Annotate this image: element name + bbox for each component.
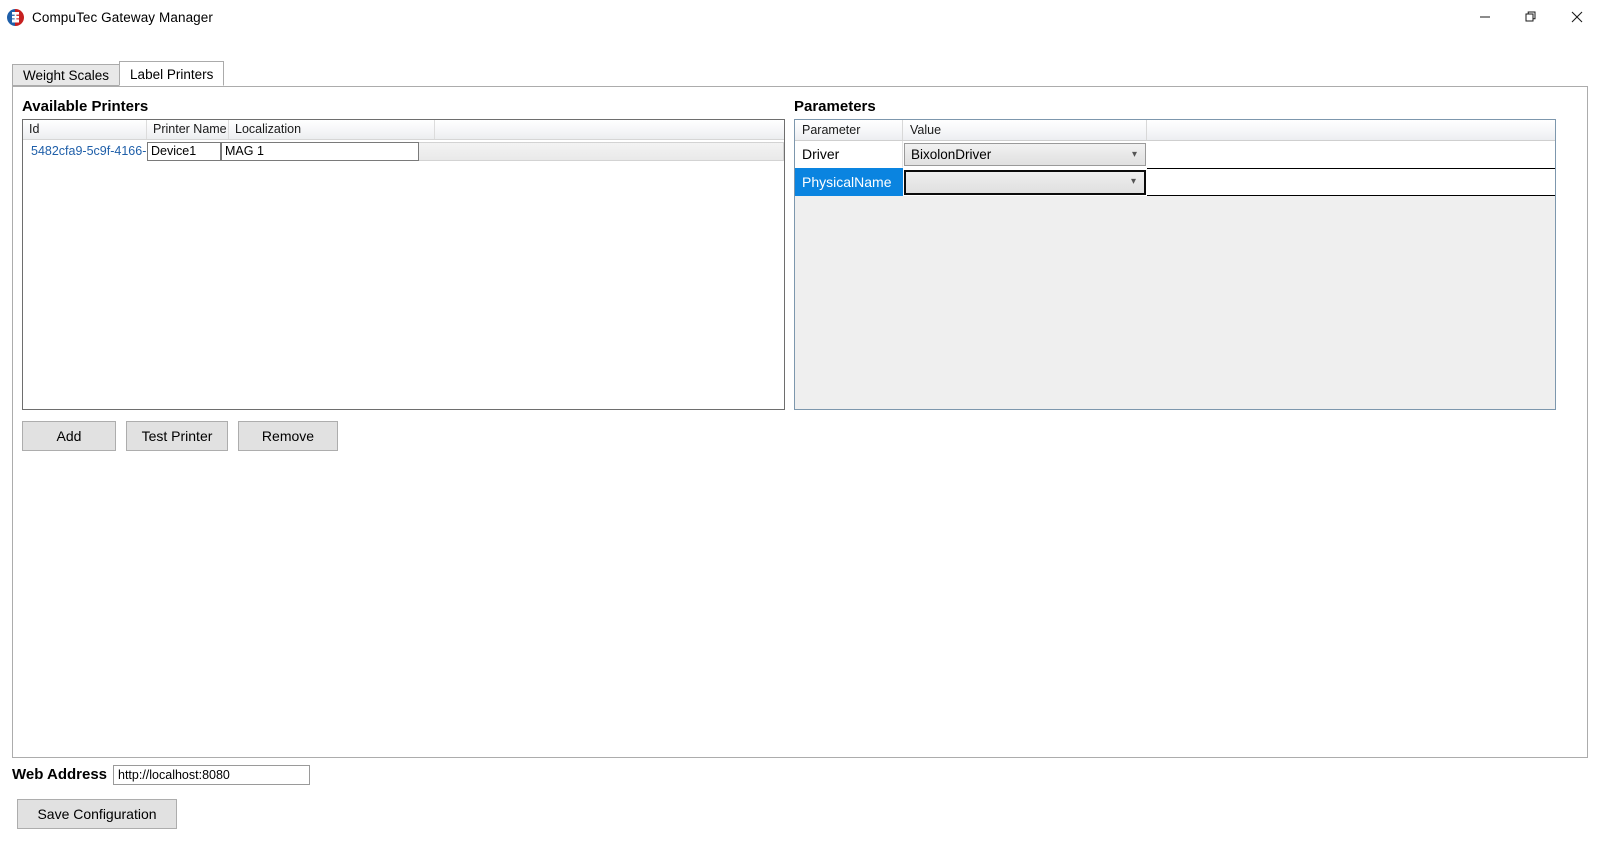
parameters-title: Parameters	[794, 98, 876, 115]
parameter-value-cell-driver: BixolonDriver ▾	[903, 141, 1147, 168]
available-printers-header-row: Id Printer Name Localization	[23, 120, 784, 140]
printer-actions: Add Test Printer Remove	[22, 421, 338, 451]
window-controls	[1462, 0, 1600, 34]
driver-dropdown-value: BixolonDriver	[911, 147, 992, 162]
title-bar: CompuTec Gateway Manager	[0, 0, 1600, 34]
tab-label-printers[interactable]: Label Printers	[119, 61, 225, 86]
chevron-down-icon: ▾	[1130, 175, 1136, 187]
test-printer-button[interactable]: Test Printer	[126, 421, 228, 451]
window-title: CompuTec Gateway Manager	[32, 9, 213, 25]
close-icon[interactable]	[1554, 0, 1600, 34]
available-printers-grid: Id Printer Name Localization 5482cfa9-5c…	[22, 119, 785, 410]
parameter-row-tail	[1147, 141, 1555, 168]
parameter-value-cell-physicalname: ▾	[903, 168, 1147, 196]
parameter-row-physicalname[interactable]: PhysicalName ▾	[795, 168, 1555, 196]
parameter-name-physicalname: PhysicalName	[795, 168, 903, 196]
web-address-label: Web Address	[12, 766, 108, 783]
printer-name-input[interactable]	[147, 141, 221, 161]
parameters-header-row: Parameter Value	[795, 120, 1555, 141]
cell-localization	[221, 140, 419, 162]
web-address-input[interactable]	[113, 765, 310, 785]
available-printers-title: Available Printers	[22, 98, 149, 115]
column-header-value[interactable]: Value	[903, 120, 1147, 140]
cell-printer-id[interactable]: 5482cfa9-5c9f-4166-	[23, 140, 147, 162]
save-configuration-button[interactable]: Save Configuration	[17, 799, 177, 829]
remove-button[interactable]: Remove	[238, 421, 338, 451]
column-header-printer-name[interactable]: Printer Name	[147, 120, 229, 139]
column-header-parameter[interactable]: Parameter	[795, 120, 903, 140]
tab-strip: Weight Scales Label Printers	[12, 61, 225, 86]
cell-printer-name	[147, 140, 221, 162]
parameter-row-tail	[1147, 168, 1555, 196]
parameters-grid: Parameter Value Driver BixolonDriver ▾ P…	[794, 119, 1556, 410]
app-logo-icon	[7, 8, 24, 26]
parameter-row-driver[interactable]: Driver BixolonDriver ▾	[795, 141, 1555, 168]
physicalname-dropdown[interactable]: ▾	[904, 169, 1146, 195]
column-header-id[interactable]: Id	[23, 120, 147, 139]
localization-input[interactable]	[221, 141, 419, 161]
column-header-localization[interactable]: Localization	[229, 120, 435, 139]
table-row[interactable]: 5482cfa9-5c9f-4166-	[23, 140, 784, 162]
column-header-blank[interactable]	[435, 120, 784, 139]
column-header-blank[interactable]	[1147, 120, 1555, 140]
chevron-down-icon: ▾	[1131, 148, 1137, 160]
tab-weight-scales[interactable]: Weight Scales	[12, 64, 121, 86]
parameter-name-driver: Driver	[795, 141, 903, 168]
cell-blank	[419, 141, 784, 161]
restore-icon[interactable]	[1508, 0, 1554, 34]
add-button[interactable]: Add	[22, 421, 116, 451]
minimize-icon[interactable]	[1462, 0, 1508, 34]
driver-dropdown[interactable]: BixolonDriver ▾	[904, 143, 1146, 166]
